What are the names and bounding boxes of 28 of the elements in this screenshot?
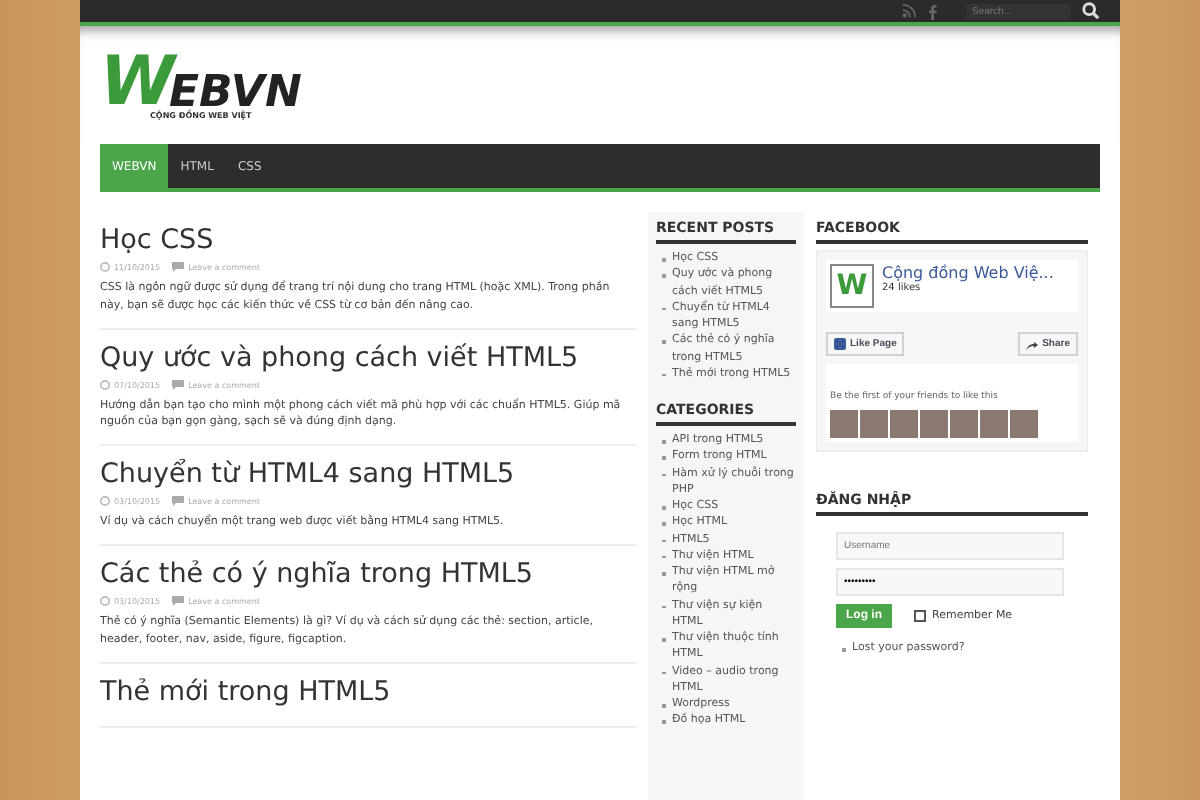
post-title[interactable]: Thẻ mới trong HTML5 (100, 675, 636, 708)
clock-icon (100, 262, 110, 272)
facebook-icon[interactable] (928, 3, 938, 19)
clock-icon (100, 496, 110, 507)
comment-icon (172, 262, 185, 272)
avatar-placeholder[interactable] (860, 410, 888, 438)
search-icon[interactable] (1082, 2, 1100, 20)
clock-icon (100, 595, 110, 606)
avatar-placeholder[interactable] (980, 410, 1008, 438)
page-name-link[interactable]: Cộng đồng Web Việ... (882, 264, 1054, 282)
share-icon (1026, 339, 1039, 349)
avatar-placeholder[interactable] (1010, 410, 1038, 438)
facebook-icon (834, 338, 846, 350)
clock-icon (100, 379, 110, 390)
post-title[interactable]: Các thẻ có ý nghĩa trong HTML5 (100, 557, 636, 590)
avatar-placeholder[interactable] (830, 410, 858, 438)
avatar-placeholder[interactable] (920, 410, 948, 438)
comment-icon (172, 496, 185, 507)
post-title[interactable]: Chuyển từ HTML4 sang HTML5 (100, 458, 636, 491)
post-title[interactable]: Quy ước và phong cách viết HTML5 (100, 341, 636, 374)
comment-icon (172, 595, 185, 606)
avatar-placeholder[interactable] (890, 410, 918, 438)
comment-icon (172, 379, 185, 390)
rss-icon[interactable] (902, 4, 916, 18)
page-logo[interactable]: W (830, 264, 874, 308)
remember-checkbox[interactable] (914, 610, 926, 622)
avatar-placeholder[interactable] (950, 410, 978, 438)
post-title[interactable]: Học CSS (100, 224, 636, 256)
